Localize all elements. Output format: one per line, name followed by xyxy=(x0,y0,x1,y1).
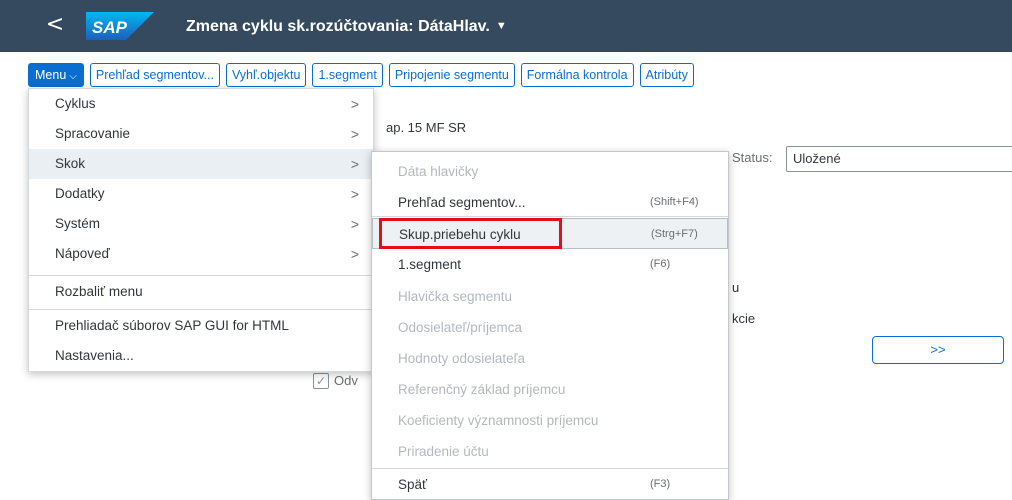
submenu-item-label: Späť xyxy=(398,477,428,492)
toolbar: Menu ⌵ Prehľad segmentov... Vyhľ.objektu … xyxy=(28,63,694,87)
submenu-item-segment-header: Hlavička segmentu xyxy=(372,281,728,312)
menu-item-dodatky[interactable]: Dodatky > xyxy=(29,179,373,209)
app-title-text: Zmena cyklu sk.rozúčtovania: DátaHlav. xyxy=(186,18,490,35)
menu-item-settings[interactable]: Nastavenia... xyxy=(29,341,373,371)
submenu-item-label: Prehľad segmentov... xyxy=(398,195,526,210)
submenu-item-label: Dáta hlavičky xyxy=(398,164,479,179)
submenu-item-label: Hlavička segmentu xyxy=(398,289,513,304)
chevron-right-icon: > xyxy=(350,216,359,232)
first-segment-button[interactable]: 1.segment xyxy=(312,63,383,87)
back-icon[interactable]: < xyxy=(44,12,66,38)
highlight-annotation-box xyxy=(379,218,562,249)
menu-item-label: Skok xyxy=(55,156,86,171)
menu-item-label: Prehliadač súborov SAP GUI for HTML xyxy=(55,318,289,333)
chevron-right-icon: > xyxy=(350,186,359,202)
next-button[interactable]: >> xyxy=(872,336,1004,364)
menu-item-label: Spracovanie xyxy=(55,126,131,141)
chevron-right-icon: > xyxy=(350,126,359,142)
submenu-item-receiver-weighting-factors: Koeficienty významnosti príjemcu xyxy=(372,405,728,436)
menu-item-file-browser[interactable]: Prehliadač súborov SAP GUI for HTML xyxy=(29,311,373,341)
cycle-description-text: ap. 15 MF SR xyxy=(386,120,467,135)
app-title[interactable]: Zmena cyklu sk.rozúčtovania: DátaHlav. ▼ xyxy=(186,14,507,38)
partial-label: u xyxy=(732,280,740,295)
submenu-separator xyxy=(372,216,728,217)
submenu-item-receiver-tracing-factor: Referenčný základ príjemcu xyxy=(372,374,728,405)
submenu-item-sender-receiver: Odosielateľ/príjemca xyxy=(372,312,728,343)
submenu-item-sender-values: Hodnoty odosielateľa xyxy=(372,343,728,374)
menu-item-label: Nastavenia... xyxy=(55,348,134,363)
menu-item-system[interactable]: Systém > xyxy=(29,209,373,239)
menu-item-label: Cyklus xyxy=(55,96,96,111)
submenu-item-label: Referenčný základ príjemcu xyxy=(398,382,566,397)
menu-item-skok[interactable]: Skok > xyxy=(29,149,373,179)
submenu-item-label: Priradenie účtu xyxy=(398,444,489,459)
submenu-item-label: 1.segment xyxy=(398,257,462,272)
attributes-button[interactable]: Atribúty xyxy=(639,63,694,87)
shortcut-label: (F6) xyxy=(650,258,671,270)
shortcut-label: (Strg+F7) xyxy=(651,228,698,240)
shell-bar: < SAP Zmena cyklu sk.rozúčtovania: DátaH… xyxy=(0,0,1012,52)
chevron-right-icon: > xyxy=(350,246,359,262)
submenu-item-first-segment[interactable]: 1.segment (F6) xyxy=(372,249,728,280)
menu-item-napoved[interactable]: Nápoveď > xyxy=(29,239,373,269)
menu-separator xyxy=(29,309,373,310)
shortcut-label: (Shift+F4) xyxy=(650,196,699,208)
menu-item-spracovanie[interactable]: Spracovanie > xyxy=(29,119,373,149)
menu-item-label: Nápoveď xyxy=(55,246,110,261)
checkbox-label: Odv xyxy=(334,373,358,388)
chevron-down-icon: ⌵ xyxy=(69,71,77,82)
find-object-button[interactable]: Vyhľ.objektu xyxy=(225,63,307,87)
menu-separator xyxy=(29,275,373,276)
attach-segment-button[interactable]: Pripojenie segmentu xyxy=(388,63,515,87)
menu-item-expand-menu[interactable]: Rozbaliť menu xyxy=(29,277,373,307)
title-dropdown-icon[interactable]: ▼ xyxy=(496,20,507,32)
submenu-item-label: Koeficienty významnosti príjemcu xyxy=(398,413,599,428)
submenu-item-label: Hodnoty odosielateľa xyxy=(398,351,526,366)
checkbox[interactable]: ✓ xyxy=(313,373,329,389)
menu-item-label: Rozbaliť menu xyxy=(55,284,143,299)
menu-item-label: Systém xyxy=(55,216,101,231)
sap-logo[interactable]: SAP xyxy=(86,12,154,40)
status-field[interactable]: Uložené xyxy=(786,146,1012,172)
menu-button[interactable]: Menu ⌵ xyxy=(28,63,84,87)
chevron-right-icon: > xyxy=(350,156,359,172)
menu-button-label: Menu xyxy=(35,68,67,82)
chevron-right-icon: > xyxy=(350,96,359,112)
status-label: Status: xyxy=(732,150,773,165)
main-menu-popover: Cyklus > Spracovanie > Skok > Dodatky > Syst… xyxy=(28,88,374,372)
menu-item-cyklus[interactable]: Cyklus > xyxy=(29,89,373,119)
submenu-item-back[interactable]: Späť (F3) xyxy=(372,469,728,500)
submenu-item-account-assignment: Priradenie účtu xyxy=(372,436,728,467)
sap-logo-text: SAP xyxy=(92,18,128,37)
partial-label-2: kcie xyxy=(732,311,756,326)
submenu-item-segment-overview[interactable]: Prehľad segmentov... (Shift+F4) xyxy=(372,187,728,218)
formal-check-button[interactable]: Formálna kontrola xyxy=(520,63,634,87)
shortcut-label: (F3) xyxy=(650,478,671,490)
segment-overview-button[interactable]: Prehľad segmentov... xyxy=(89,63,220,87)
submenu-item-header-data: Dáta hlavičky xyxy=(372,156,728,187)
skok-submenu: Dáta hlavičky Prehľad segmentov... (Shift… xyxy=(371,151,729,500)
menu-item-label: Dodatky xyxy=(55,186,105,201)
submenu-item-label: Odosielateľ/príjemca xyxy=(398,320,522,335)
